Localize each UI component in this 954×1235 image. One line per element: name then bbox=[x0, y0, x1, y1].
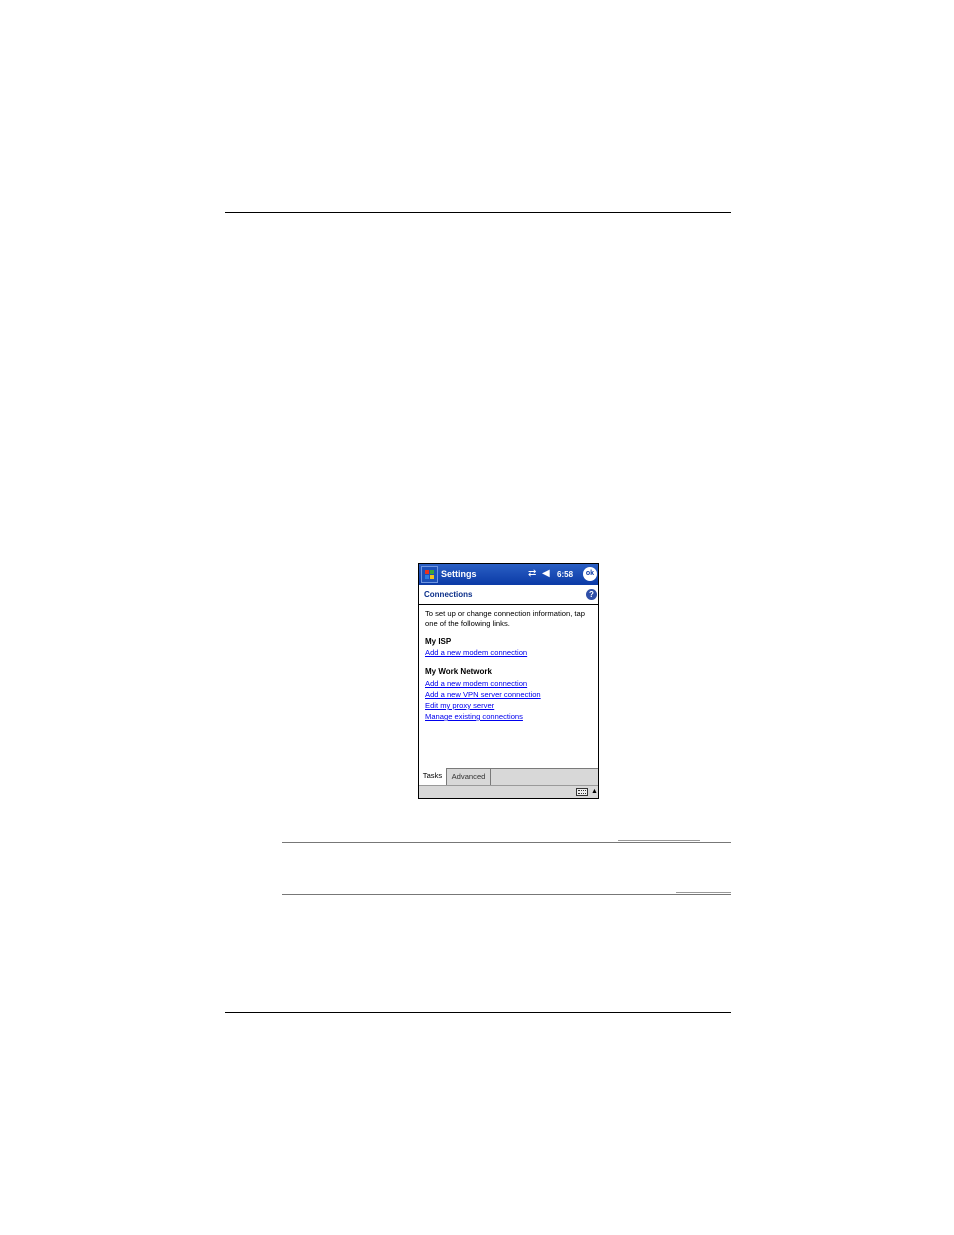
intro-text: To set up or change connection informati… bbox=[425, 609, 585, 628]
section-heading-my-isp: My ISP bbox=[425, 637, 452, 646]
footer-rule bbox=[225, 1012, 731, 1013]
page-header: Connections ? bbox=[419, 585, 598, 605]
pocket-pc-screenshot: Settings ⇄ ◀ 6:58 ok Connections ? To se… bbox=[418, 563, 599, 799]
link-work-manage-connections[interactable]: Manage existing connections bbox=[425, 712, 523, 721]
start-menu-button[interactable] bbox=[421, 566, 438, 583]
keyboard-icon[interactable] bbox=[576, 788, 588, 796]
page-title: Connections bbox=[424, 590, 473, 599]
link-isp-add-modem-connection[interactable]: Add a new modem connection bbox=[425, 648, 527, 657]
note-rule-top bbox=[282, 842, 731, 843]
menu-bar: ▲ bbox=[419, 785, 598, 798]
header-rule bbox=[225, 212, 731, 213]
title-bar: Settings ⇄ ◀ 6:58 ok bbox=[419, 564, 598, 585]
note-rule-bottom-accent bbox=[676, 892, 731, 893]
note-rule-top-accent bbox=[618, 840, 700, 841]
windows-flag-icon bbox=[425, 570, 435, 580]
help-icon[interactable]: ? bbox=[586, 589, 597, 600]
ok-button[interactable]: ok bbox=[583, 567, 597, 581]
note-rule-bottom bbox=[282, 894, 731, 895]
link-work-add-modem-connection[interactable]: Add a new modem connection bbox=[425, 679, 527, 688]
clock[interactable]: 6:58 bbox=[557, 570, 573, 579]
section-heading-my-work-network: My Work Network bbox=[425, 667, 492, 676]
connectivity-icon[interactable]: ⇄ bbox=[528, 568, 536, 580]
input-panel-arrow-icon[interactable]: ▲ bbox=[591, 788, 598, 796]
tab-advanced[interactable]: Advanced bbox=[447, 769, 491, 785]
tab-bar: Tasks Advanced bbox=[419, 768, 598, 786]
link-work-add-vpn-connection[interactable]: Add a new VPN server connection bbox=[425, 690, 541, 699]
volume-icon[interactable]: ◀ bbox=[542, 568, 550, 580]
link-work-edit-proxy-server[interactable]: Edit my proxy server bbox=[425, 701, 494, 710]
app-title: Settings bbox=[441, 569, 477, 579]
tab-tasks[interactable]: Tasks bbox=[419, 768, 447, 785]
